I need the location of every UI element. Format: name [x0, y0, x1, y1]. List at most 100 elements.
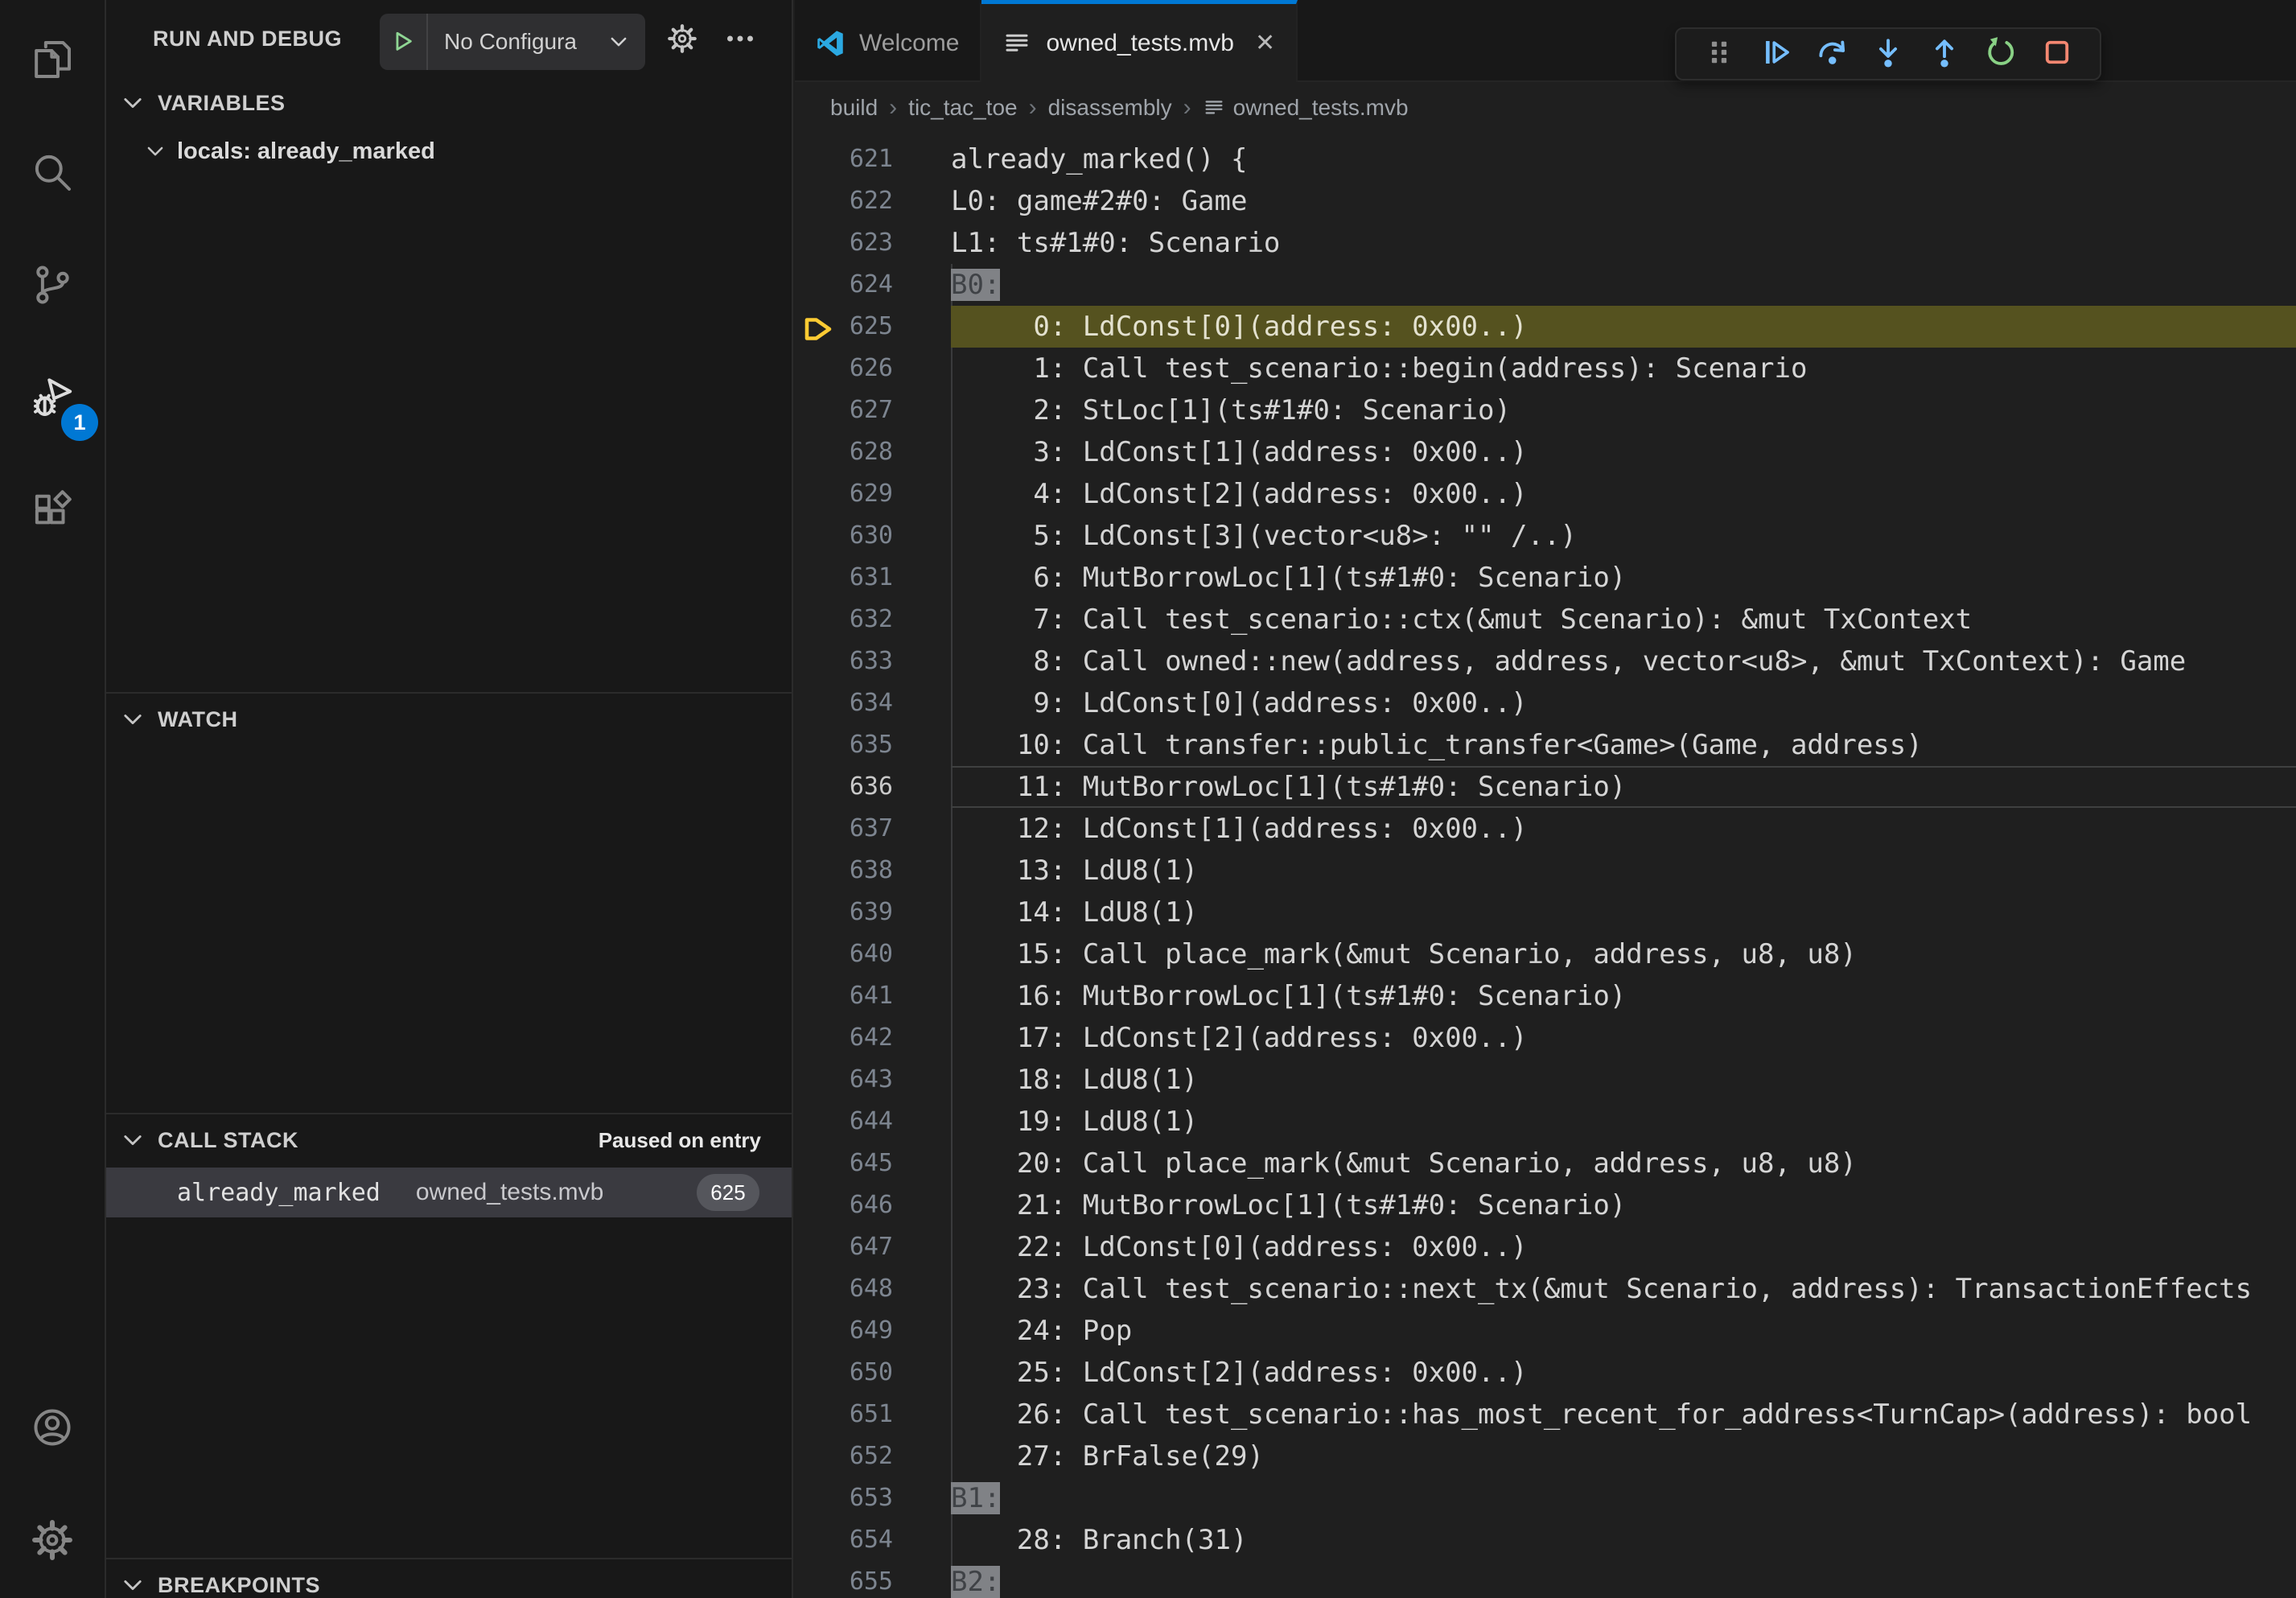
line-number[interactable]: 638 — [795, 850, 951, 892]
code-line-653[interactable]: 653B1: — [795, 1477, 2296, 1519]
code-line-655[interactable]: 655B2: — [795, 1561, 2296, 1598]
code-line-text[interactable]: 12: LdConst[1](address: 0x00..) — [951, 808, 2296, 850]
code-line-634[interactable]: 634 9: LdConst[0](address: 0x00..) — [795, 682, 2296, 724]
close-icon[interactable]: ✕ — [1255, 31, 1275, 56]
code-line-641[interactable]: 641 16: MutBorrowLoc[1](ts#1#0: Scenario… — [795, 975, 2296, 1017]
code-line-631[interactable]: 631 6: MutBorrowLoc[1](ts#1#0: Scenario) — [795, 557, 2296, 599]
start-debugging-icon[interactable] — [380, 14, 428, 70]
activity-item-accounts[interactable] — [0, 1373, 105, 1485]
line-number[interactable]: 623 — [795, 222, 951, 264]
watch-section-header[interactable]: WATCH — [106, 694, 792, 745]
code-line-text[interactable]: 23: Call test_scenario::next_tx(&mut Sce… — [951, 1268, 2296, 1310]
code-line-621[interactable]: 621already_marked() { — [795, 138, 2296, 180]
line-number[interactable]: 622 — [795, 180, 951, 222]
line-number[interactable]: 655 — [795, 1561, 951, 1598]
views-more-actions-button[interactable] — [724, 0, 756, 77]
code-line-text[interactable]: 8: Call owned::new(address, address, vec… — [951, 640, 2296, 682]
code-line-text[interactable]: 27: BrFalse(29) — [951, 1435, 2296, 1477]
code-line-text[interactable]: B0: — [951, 264, 2296, 306]
code-line-635[interactable]: 635 10: Call transfer::public_transfer<G… — [795, 724, 2296, 766]
line-number[interactable]: 627 — [795, 389, 951, 431]
activity-item-run-and-debug[interactable]: 1 — [0, 343, 105, 455]
code-line-645[interactable]: 645 20: Call place_mark(&mut Scenario, a… — [795, 1143, 2296, 1184]
code-line-text[interactable]: 18: LdU8(1) — [951, 1059, 2296, 1101]
line-number[interactable]: 652 — [795, 1435, 951, 1477]
line-number[interactable]: 639 — [795, 892, 951, 933]
code-line-626[interactable]: 626 1: Call test_scenario::begin(address… — [795, 348, 2296, 389]
activity-item-explorer[interactable] — [0, 5, 105, 117]
code-line-text[interactable]: 25: LdConst[2](address: 0x00..) — [951, 1352, 2296, 1394]
code-editor[interactable]: 621already_marked() {622L0: game#2#0: Ga… — [795, 134, 2296, 1598]
code-line-text[interactable]: 24: Pop — [951, 1310, 2296, 1352]
code-line-text[interactable]: B1: — [951, 1477, 2296, 1519]
breadcrumb-item[interactable]: build — [830, 95, 878, 121]
line-number[interactable]: 637 — [795, 808, 951, 850]
breakpoints-section-header[interactable]: BREAKPOINTS — [106, 1559, 792, 1598]
code-line-text[interactable]: 19: LdU8(1) — [951, 1101, 2296, 1143]
code-line-text[interactable]: 22: LdConst[0](address: 0x00..) — [951, 1226, 2296, 1268]
code-line-650[interactable]: 650 25: LdConst[2](address: 0x00..) — [795, 1352, 2296, 1394]
breadcrumb-item[interactable]: tic_tac_toe — [908, 95, 1017, 121]
continue-button[interactable] — [1747, 29, 1804, 79]
code-line-text[interactable]: 7: Call test_scenario::ctx(&mut Scenario… — [951, 599, 2296, 640]
line-number[interactable]: 635 — [795, 724, 951, 766]
line-number[interactable]: 648 — [795, 1268, 951, 1310]
code-line-text[interactable]: 5: LdConst[3](vector<u8>: "" /..) — [951, 515, 2296, 557]
code-line-text[interactable]: 28: Branch(31) — [951, 1519, 2296, 1561]
code-line-text[interactable]: 3: LdConst[1](address: 0x00..) — [951, 431, 2296, 473]
breadcrumb-item[interactable]: owned_tests.mvb — [1203, 95, 1409, 121]
line-number[interactable]: 644 — [795, 1101, 951, 1143]
restart-button[interactable] — [1973, 29, 2029, 79]
code-line-text[interactable]: 20: Call place_mark(&mut Scenario, addre… — [951, 1143, 2296, 1184]
call-stack-frame[interactable]: already_markedowned_tests.mvb625 — [106, 1168, 792, 1217]
code-line-text[interactable]: 16: MutBorrowLoc[1](ts#1#0: Scenario) — [951, 975, 2296, 1017]
line-number[interactable]: 640 — [795, 933, 951, 975]
line-number[interactable]: 654 — [795, 1519, 951, 1561]
variables-scope-row[interactable]: locals: already_marked — [106, 129, 792, 174]
line-number[interactable]: 653 — [795, 1477, 951, 1519]
activity-item-source-control[interactable] — [0, 230, 105, 343]
step-into-button[interactable] — [1860, 29, 1916, 79]
line-number[interactable]: 621 — [795, 138, 951, 180]
code-line-text[interactable]: 9: LdConst[0](address: 0x00..) — [951, 682, 2296, 724]
variables-section-header[interactable]: VARIABLES — [106, 77, 792, 129]
line-number[interactable]: 630 — [795, 515, 951, 557]
code-line-629[interactable]: 629 4: LdConst[2](address: 0x00..) — [795, 473, 2296, 515]
activity-item-extensions[interactable] — [0, 455, 105, 568]
line-number[interactable]: 650 — [795, 1352, 951, 1394]
debug-settings-button[interactable] — [666, 0, 698, 77]
line-number[interactable]: 632 — [795, 599, 951, 640]
code-line-623[interactable]: 623L1: ts#1#0: Scenario — [795, 222, 2296, 264]
line-number[interactable]: 636 — [795, 766, 951, 808]
line-number[interactable]: 625 — [795, 306, 951, 348]
code-line-text[interactable]: L0: game#2#0: Game — [951, 180, 2296, 222]
code-line-text[interactable]: 2: StLoc[1](ts#1#0: Scenario) — [951, 389, 2296, 431]
code-line-text[interactable]: 21: MutBorrowLoc[1](ts#1#0: Scenario) — [951, 1184, 2296, 1226]
step-over-button[interactable] — [1804, 29, 1860, 79]
breadcrumb-item[interactable]: disassembly — [1048, 95, 1172, 121]
code-line-651[interactable]: 651 26: Call test_scenario::has_most_rec… — [795, 1394, 2296, 1435]
line-number[interactable]: 651 — [795, 1394, 951, 1435]
line-number[interactable]: 629 — [795, 473, 951, 515]
drag-handle-button[interactable] — [1691, 29, 1747, 79]
line-number[interactable]: 647 — [795, 1226, 951, 1268]
code-line-625[interactable]: 625 0: LdConst[0](address: 0x00..) — [795, 306, 2296, 348]
code-line-652[interactable]: 652 27: BrFalse(29) — [795, 1435, 2296, 1477]
code-line-648[interactable]: 648 23: Call test_scenario::next_tx(&mut… — [795, 1268, 2296, 1310]
code-line-628[interactable]: 628 3: LdConst[1](address: 0x00..) — [795, 431, 2296, 473]
code-line-646[interactable]: 646 21: MutBorrowLoc[1](ts#1#0: Scenario… — [795, 1184, 2296, 1226]
line-number[interactable]: 641 — [795, 975, 951, 1017]
activity-item-search[interactable] — [0, 117, 105, 230]
code-line-643[interactable]: 643 18: LdU8(1) — [795, 1059, 2296, 1101]
line-number[interactable]: 642 — [795, 1017, 951, 1059]
code-line-644[interactable]: 644 19: LdU8(1) — [795, 1101, 2296, 1143]
code-line-text[interactable]: 1: Call test_scenario::begin(address): S… — [951, 348, 2296, 389]
line-number[interactable]: 626 — [795, 348, 951, 389]
code-line-637[interactable]: 637 12: LdConst[1](address: 0x00..) — [795, 808, 2296, 850]
code-line-642[interactable]: 642 17: LdConst[2](address: 0x00..) — [795, 1017, 2296, 1059]
code-line-text[interactable]: 26: Call test_scenario::has_most_recent_… — [951, 1394, 2296, 1435]
activity-item-settings[interactable] — [0, 1485, 105, 1598]
call-stack-section-header[interactable]: CALL STACK Paused on entry — [106, 1114, 792, 1166]
tab-welcome[interactable]: Welcome — [795, 0, 981, 82]
code-line-text[interactable]: 13: LdU8(1) — [951, 850, 2296, 892]
